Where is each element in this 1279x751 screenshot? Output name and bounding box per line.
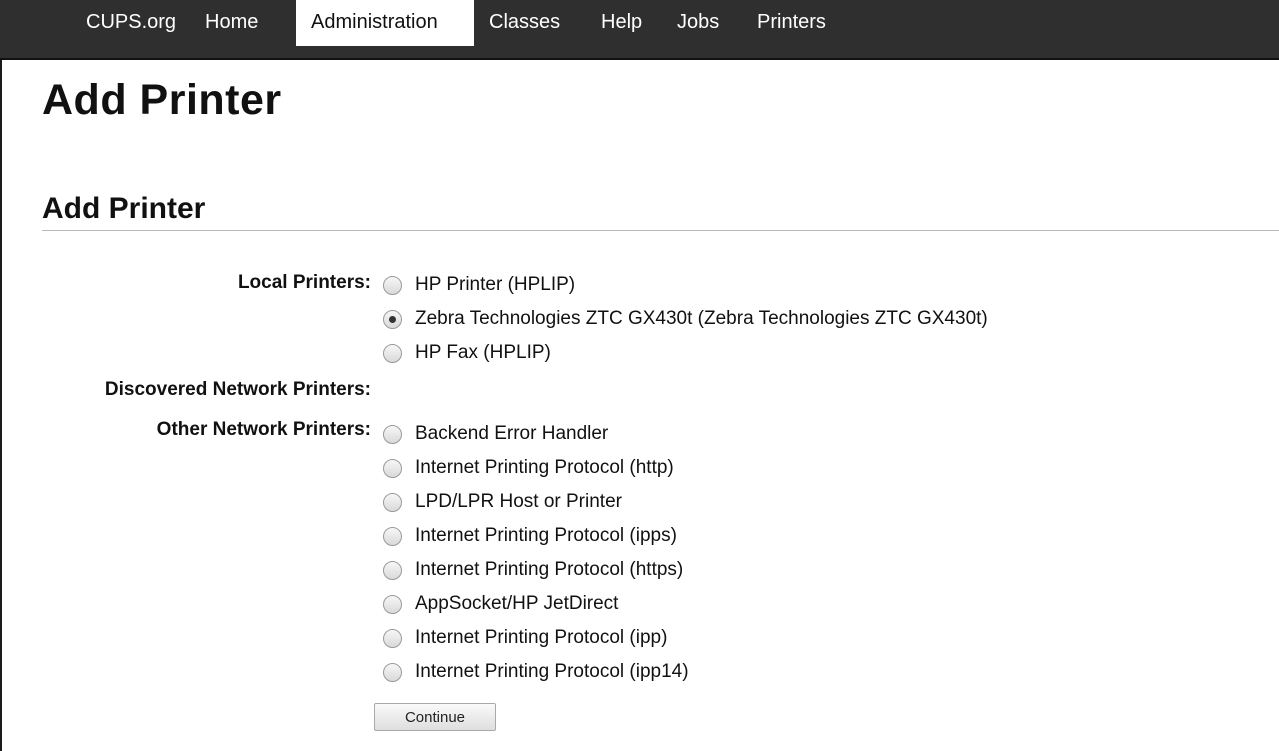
option-label: Zebra Technologies ZTC GX430t (Zebra Tec… [415,308,988,329]
other-network-printers-label: Other Network Printers: [156,419,371,440]
option-lpd-lpr[interactable]: LPD/LPR Host or Printer [383,490,622,514]
radio-button[interactable] [383,526,402,546]
option-label: HP Printer (HPLIP) [415,274,576,295]
radio-button[interactable] [383,492,402,512]
option-label: Internet Printing Protocol (ipps) [415,525,677,546]
nav-help[interactable]: Help [586,0,657,46]
option-ipp-ipp[interactable]: Internet Printing Protocol (ipp) [383,626,667,650]
option-ipp-http[interactable]: Internet Printing Protocol (http) [383,456,674,480]
left-border [0,60,2,751]
nav-classes[interactable]: Classes [474,0,575,46]
discovered-printers-label: Discovered Network Printers: [104,379,371,400]
nav-home[interactable]: Home [190,0,273,46]
option-zebra-gx430t[interactable]: Zebra Technologies ZTC GX430t (Zebra Tec… [383,307,988,331]
option-label: LPD/LPR Host or Printer [415,491,622,512]
option-label: Internet Printing Protocol (ipp) [415,627,668,648]
option-ipp-ipp14[interactable]: Internet Printing Protocol (ipp14) [383,660,689,684]
section-title: Add Printer [42,192,206,225]
option-label: HP Fax (HPLIP) [415,342,551,363]
page-title: Add Printer [42,76,282,124]
radio-button-selected[interactable] [383,309,402,329]
nav-administration[interactable]: Administration [296,0,474,46]
radio-button[interactable] [383,458,402,478]
radio-button[interactable] [383,424,402,444]
option-label: Internet Printing Protocol (https) [415,559,684,580]
radio-button[interactable] [383,275,402,295]
nav-jobs[interactable]: Jobs [662,0,734,46]
option-backend-error-handler[interactable]: Backend Error Handler [383,422,608,446]
option-label: Backend Error Handler [415,423,609,444]
radio-button[interactable] [383,560,402,580]
option-label: Internet Printing Protocol (http) [415,457,674,478]
local-printers-label: Local Printers: [237,272,371,293]
radio-button[interactable] [383,343,402,363]
option-hp-fax-hplip[interactable]: HP Fax (HPLIP) [383,341,551,365]
section-divider [42,230,1279,231]
option-ipp-https[interactable]: Internet Printing Protocol (https) [383,558,683,582]
radio-button[interactable] [383,662,402,682]
radio-button[interactable] [383,628,402,648]
option-label: AppSocket/HP JetDirect [415,593,619,614]
nav-printers[interactable]: Printers [742,0,841,46]
option-label: Internet Printing Protocol (ipp14) [415,661,689,682]
option-ipp-ipps[interactable]: Internet Printing Protocol (ipps) [383,524,677,548]
nav-cups-org[interactable]: CUPS.org [71,0,191,46]
radio-button[interactable] [383,594,402,614]
top-navbar: CUPS.org Home Administration Classes Hel… [0,0,1279,60]
option-appsocket-jetdirect[interactable]: AppSocket/HP JetDirect [383,592,618,616]
continue-button[interactable]: Continue [374,703,496,731]
option-hp-printer-hplip[interactable]: HP Printer (HPLIP) [383,273,575,297]
